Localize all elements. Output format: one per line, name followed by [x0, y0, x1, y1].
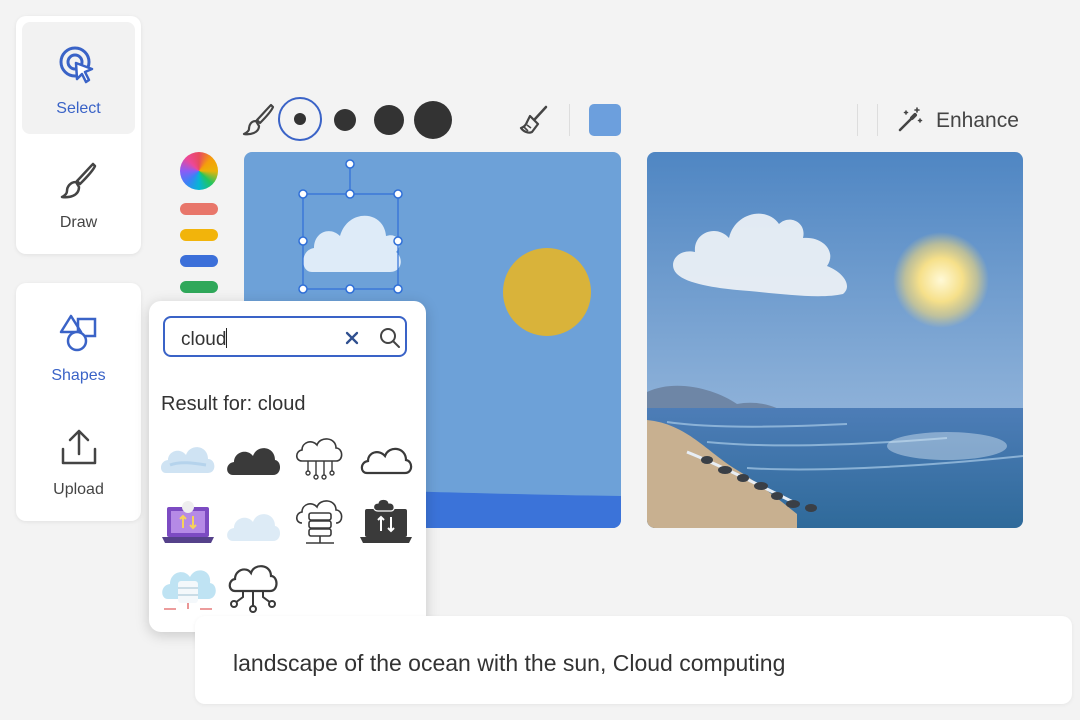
- brush-tool-icon[interactable]: [241, 102, 275, 136]
- cloud-network-outline-icon[interactable]: [292, 435, 348, 485]
- shape-search-popup: cloud Result for: cloud: [149, 301, 426, 632]
- palette-color-red[interactable]: [180, 203, 218, 215]
- brush-size-small-selected[interactable]: [278, 97, 322, 141]
- laptop-cloud-sync-icon[interactable]: [358, 498, 414, 549]
- cloud-shape[interactable]: [303, 215, 401, 272]
- search-icon[interactable]: [379, 327, 401, 349]
- shapes-icon: [59, 314, 97, 352]
- shapes-tool-button[interactable]: Shapes: [22, 289, 135, 401]
- cloud-filled-icon[interactable]: [225, 435, 281, 485]
- generated-image: [647, 152, 1023, 528]
- draw-tool-button[interactable]: Draw: [22, 136, 135, 248]
- tool-panel-secondary: Shapes Upload: [16, 283, 141, 521]
- brush-size-xlarge[interactable]: [414, 101, 452, 139]
- cloud-outline-icon[interactable]: [358, 435, 414, 485]
- color-wheel-icon[interactable]: [180, 152, 218, 190]
- draw-tool-label: Draw: [59, 214, 98, 231]
- shape-search-field[interactable]: cloud: [163, 316, 407, 357]
- palette-color-yellow[interactable]: [180, 229, 218, 241]
- eraser-broom-icon[interactable]: [518, 104, 550, 136]
- enhance-label: Enhance: [936, 109, 1019, 132]
- upload-tool-label: Upload: [53, 481, 104, 498]
- brush-size-medium[interactable]: [334, 109, 356, 131]
- laptop-cloud-transfer-icon[interactable]: [160, 499, 216, 549]
- shapes-tool-label: Shapes: [51, 367, 106, 384]
- upload-tool-button[interactable]: Upload: [22, 403, 135, 515]
- cloud-network-icon[interactable]: [225, 563, 281, 613]
- cloud-pastel-icon[interactable]: [160, 435, 216, 485]
- current-color-swatch[interactable]: [589, 104, 621, 136]
- brush-size-large[interactable]: [374, 105, 404, 135]
- prompt-input[interactable]: landscape of the ocean with the sun, Clo…: [195, 616, 1072, 704]
- cloud-database-icon[interactable]: [160, 563, 216, 613]
- select-tool-label: Select: [56, 100, 101, 117]
- upload-icon: [61, 429, 97, 465]
- sun-shape[interactable]: [503, 248, 591, 336]
- select-pointer-icon: [59, 46, 94, 84]
- select-tool-button[interactable]: Select: [22, 22, 135, 134]
- cloud-server-icon[interactable]: [292, 499, 348, 549]
- magic-wand-icon: [898, 107, 923, 132]
- palette-color-blue[interactable]: [180, 255, 218, 267]
- clear-search-icon[interactable]: [345, 331, 359, 345]
- cloud-light-icon[interactable]: [225, 499, 281, 549]
- prompt-text: landscape of the ocean with the sun, Clo…: [233, 650, 786, 676]
- shape-search-input[interactable]: cloud: [181, 328, 228, 351]
- palette-color-green[interactable]: [180, 281, 218, 293]
- brush-icon: [60, 162, 97, 199]
- enhance-button[interactable]: Enhance: [896, 104, 1031, 138]
- tool-panel-primary: Select Draw: [16, 16, 141, 254]
- search-result-heading: Result for: cloud: [161, 393, 306, 415]
